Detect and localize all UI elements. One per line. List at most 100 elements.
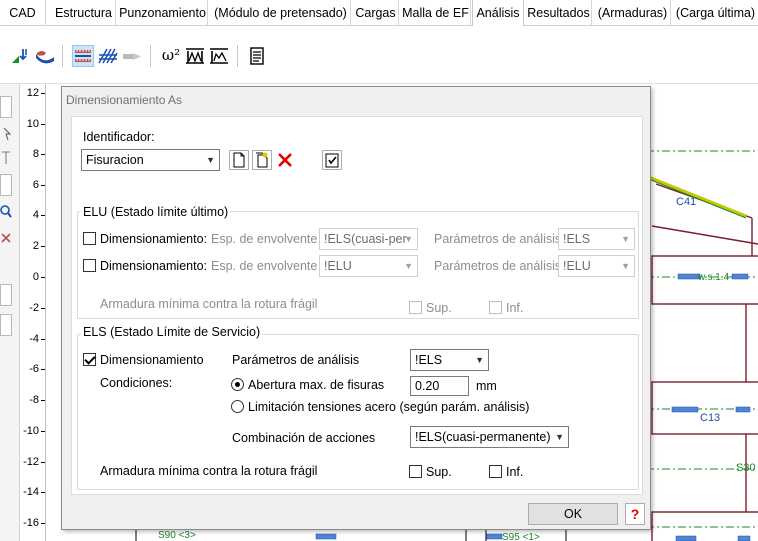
elu-env-select-2[interactable]: !ELU ▼: [319, 255, 418, 277]
ok-button[interactable]: OK: [528, 503, 618, 525]
tab-cargas[interactable]: Cargas: [353, 0, 399, 26]
steel-stress-radio[interactable]: [231, 400, 244, 413]
identifier-value: Fisuracion: [86, 153, 144, 167]
tab-resultados[interactable]: Resultados: [526, 0, 592, 26]
ruler-tick: -12: [23, 456, 39, 468]
ruler-tick: -10: [23, 425, 39, 437]
elu-min-reinf-label: Armadura mínima contra la rotura frágil: [100, 297, 318, 311]
elu-params-label-2: Parámetros de análisis: [434, 259, 562, 273]
check-identifier-button[interactable]: [322, 150, 342, 170]
ruler-tick: 2: [32, 240, 39, 252]
toolbar: ω²: [0, 26, 758, 84]
els-inf-checkbox[interactable]: [489, 465, 502, 478]
els-dim-checkbox[interactable]: [83, 353, 96, 366]
modal-shape-icon[interactable]: [184, 45, 206, 67]
ruler-tick: 12: [26, 87, 39, 99]
dialog-body: Identificador: Fisuracion ▼ ELU (Estado …: [71, 116, 643, 495]
help-button[interactable]: ?: [625, 503, 645, 525]
els-params-select[interactable]: !ELS ▼: [410, 349, 489, 371]
reinforcement-design-icon[interactable]: [72, 45, 94, 67]
crack-width-radio[interactable]: [231, 378, 244, 391]
column-label-c41: C41: [676, 196, 697, 208]
left-tool-3[interactable]: [0, 148, 12, 170]
chevron-down-icon: ▼: [206, 155, 215, 165]
column-label-c13: C13: [700, 412, 721, 424]
elu-sup-checkbox[interactable]: [409, 301, 422, 314]
hatch-icon[interactable]: [97, 45, 119, 67]
elu-env-label-2: Esp. de envolvente: [211, 259, 318, 273]
ruler-tick: 8: [32, 148, 39, 160]
els-params-label: Parámetros de análisis: [232, 353, 360, 367]
left-tool-7[interactable]: [0, 284, 12, 306]
beam-label-s30: S30: [736, 462, 756, 474]
tab-estructura[interactable]: Estructura: [52, 0, 116, 26]
tab-analisis[interactable]: Análisis: [472, 0, 524, 27]
elu-sup-label: Sup.: [426, 301, 452, 315]
els-conditions-label: Condiciones:: [100, 376, 173, 390]
combo-label: Combinación de acciones: [232, 431, 376, 445]
tab-modulo-pretensado[interactable]: (Módulo de pretensado): [211, 0, 351, 26]
elu-env-value-1: !ELS(cuasi-per: [324, 232, 407, 246]
ruler-tick: -2: [29, 302, 39, 314]
elu-group-title: ELU (Estado límite último): [81, 205, 231, 219]
beam-label-s95: S95 <1>: [502, 532, 540, 541]
deformation-icon[interactable]: [34, 45, 56, 67]
chevron-down-icon: ▼: [621, 234, 630, 244]
elu-params-value-2: !ELU: [563, 259, 591, 273]
tab-armaduras[interactable]: (Armaduras): [595, 0, 671, 26]
tab-malla-ef[interactable]: Malla de EF: [401, 0, 471, 26]
tab-punzonamiento[interactable]: Punzonamiento: [118, 0, 208, 26]
delete-identifier-button[interactable]: [275, 150, 295, 170]
pan-icon[interactable]: [0, 228, 12, 250]
new-identifier-button[interactable]: [229, 150, 249, 170]
zoom-icon[interactable]: [0, 202, 12, 224]
identifier-select[interactable]: Fisuracion ▼: [81, 149, 220, 171]
elu-params-value-1: !ELS: [563, 232, 591, 246]
tab-carga-ultima[interactable]: (Carga última): [673, 0, 758, 26]
elu-dim-checkbox-1[interactable]: [83, 232, 96, 245]
els-inf-label: Inf.: [506, 465, 524, 479]
copy-document-icon: [256, 152, 268, 168]
spectrum-icon[interactable]: [208, 45, 230, 67]
dimensionamiento-dialog: Dimensionamiento As Identificador: Fisur…: [61, 86, 651, 530]
elu-params-select-1[interactable]: !ELS ▼: [558, 228, 635, 250]
identifier-label: Identificador:: [83, 130, 155, 144]
left-tool-1[interactable]: [0, 96, 12, 118]
els-params-value: !ELS: [415, 353, 443, 367]
ruler-tick: 0: [32, 271, 39, 283]
left-tools: [0, 84, 20, 541]
els-sup-checkbox[interactable]: [409, 465, 422, 478]
left-tool-4[interactable]: [0, 174, 12, 196]
elu-env-label-1: Esp. de envolvente: [211, 232, 318, 246]
elu-params-label-1: Parámetros de análisis: [434, 232, 562, 246]
document-icon[interactable]: [246, 45, 268, 67]
els-min-reinf-label: Armadura mínima contra la rotura frágil: [100, 464, 318, 478]
ruler-tick: -16: [23, 517, 39, 529]
ruler-tick: -14: [23, 486, 39, 498]
omega-squared-icon[interactable]: ω²: [160, 45, 182, 67]
elu-params-select-2[interactable]: !ELU ▼: [558, 255, 635, 277]
copy-identifier-button[interactable]: [252, 150, 272, 170]
ruler-tick: -4: [29, 333, 39, 345]
left-tool-8[interactable]: [0, 314, 12, 336]
elu-dim-label-2: Dimensionamiento:: [100, 259, 207, 273]
left-tool-2[interactable]: [0, 122, 12, 144]
delete-icon: [278, 153, 292, 167]
combo-select[interactable]: !ELS(cuasi-permanente) ▼: [410, 426, 569, 448]
checklist-icon: [325, 153, 339, 168]
ruler-tick: 10: [26, 118, 39, 130]
beam-label-s90: S90 <3>: [158, 530, 196, 541]
crack-width-label: Abertura max. de fisuras: [248, 378, 385, 392]
load-case-icon[interactable]: [10, 45, 32, 67]
vertical-ruler: 12 10 8 6 4 2 0 -2 -4 -6 -8 -10 -12 -14 …: [20, 84, 46, 541]
elu-inf-checkbox[interactable]: [489, 301, 502, 314]
els-dim-label: Dimensionamiento: [100, 353, 204, 367]
els-group-title: ELS (Estado Límite de Servicio): [81, 325, 263, 339]
chevron-down-icon: ▼: [621, 261, 630, 271]
elu-env-select-1[interactable]: !ELS(cuasi-per ▼: [319, 228, 418, 250]
tab-cad[interactable]: CAD: [0, 0, 46, 26]
ruler-tick: 4: [32, 209, 39, 221]
elu-dim-checkbox-2[interactable]: [83, 259, 96, 272]
steel-stress-label: Limitación tensiones acero (según parám.…: [248, 400, 530, 414]
crack-width-input[interactable]: 0.20: [410, 376, 469, 396]
